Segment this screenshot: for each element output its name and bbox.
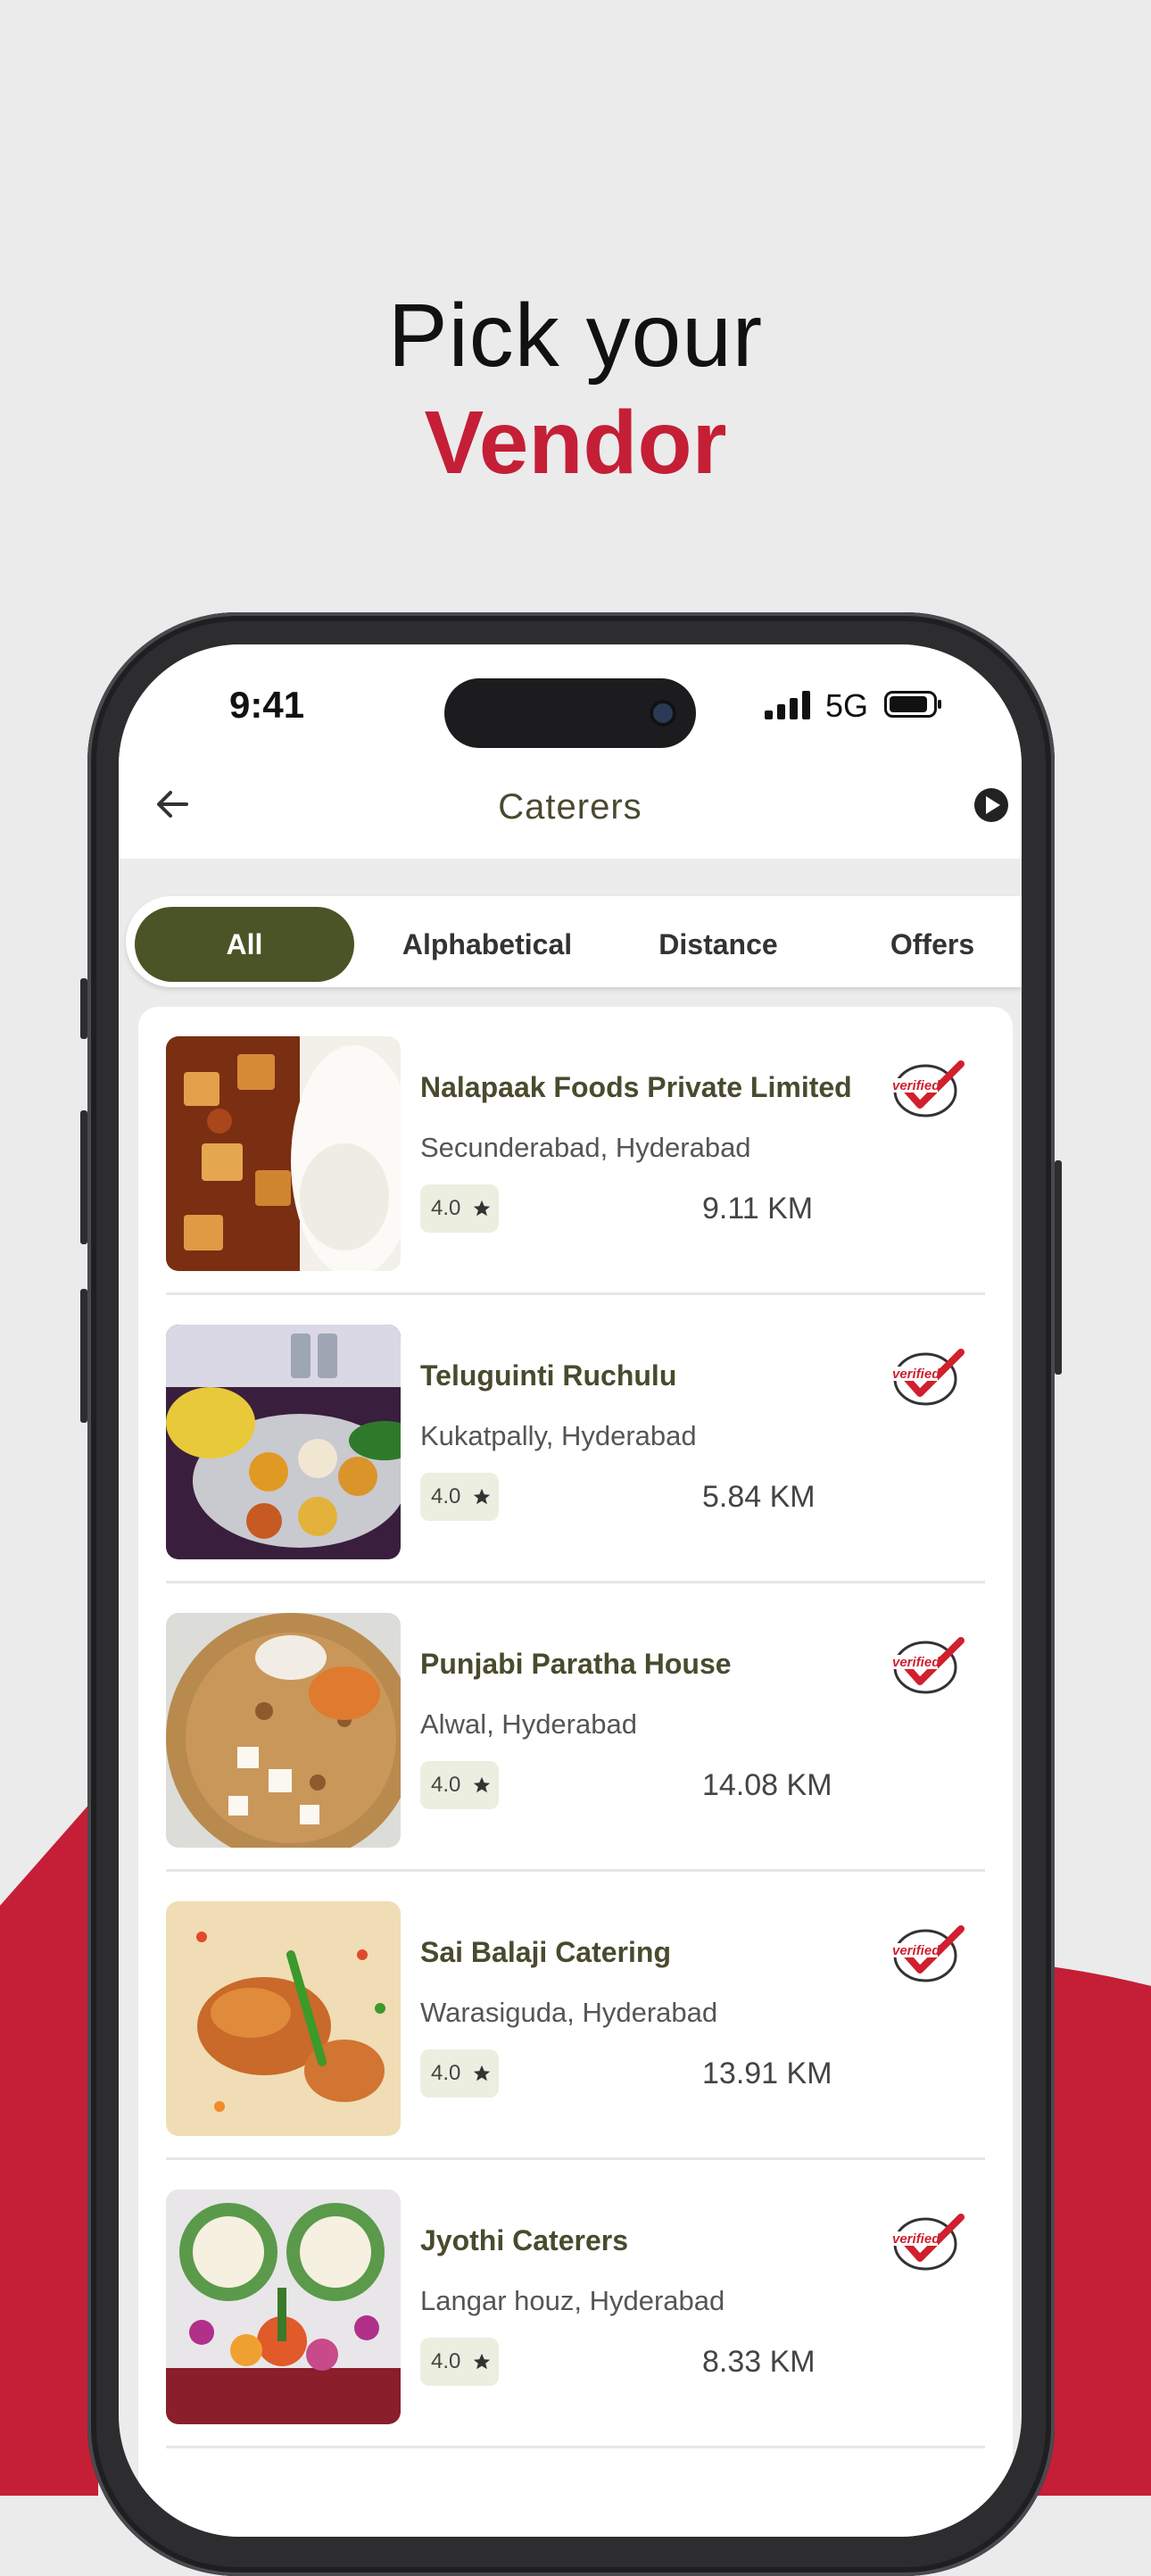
vendor-name: Jyothi Caterers	[420, 2224, 628, 2256]
vendor-location: Alwal, Hyderabad	[420, 1708, 637, 1740]
filter-tabs: All Alphabetical Distance Offers	[126, 896, 1022, 987]
vendor-name: Punjabi Paratha House	[420, 1648, 732, 1680]
status-time: 9:41	[229, 684, 305, 726]
verified-icon: verified	[891, 1060, 965, 1118]
tab-all[interactable]: All	[135, 907, 354, 982]
vendor-card[interactable]: Sai Balaji Catering Warasiguda, Hyderaba…	[138, 1872, 1013, 2160]
svg-text:verified: verified	[892, 2231, 940, 2247]
vendor-card[interactable]: Nalapaak Foods Private Limited Secundera…	[138, 1007, 1013, 1295]
dynamic-island	[444, 678, 696, 748]
vendor-image	[166, 1036, 401, 1271]
rating-value: 4.0	[431, 2061, 461, 2085]
vendor-distance: 8.33 KM	[702, 2345, 816, 2379]
rating-value: 4.0	[431, 1196, 461, 1220]
rating-value: 4.0	[431, 2349, 461, 2373]
signal-icon	[765, 691, 810, 719]
phone-side-button	[80, 1110, 87, 1244]
camera-icon	[650, 700, 676, 727]
star-icon	[473, 1488, 491, 1505]
tab-distance[interactable]: Distance	[620, 907, 816, 982]
vendor-location: Warasiguda, Hyderabad	[420, 1997, 718, 2028]
svg-text:verified: verified	[892, 1943, 940, 1958]
rating-value: 4.0	[431, 1484, 461, 1508]
tab-alphabetical[interactable]: Alphabetical	[381, 907, 593, 982]
svg-text:verified: verified	[892, 1655, 940, 1670]
promo-headline: Pick your Vendor	[0, 284, 1151, 494]
vendor-name: Nalapaak Foods Private Limited	[420, 1071, 852, 1103]
star-icon	[473, 2065, 491, 2082]
vendor-list: Nalapaak Foods Private Limited Secundera…	[138, 1007, 1013, 2537]
phone-side-button	[1055, 1160, 1062, 1375]
vendor-name: Teluguinti Ruchulu	[420, 1359, 677, 1392]
rating-badge: 4.0	[420, 1473, 499, 1521]
vendor-image	[166, 2190, 401, 2424]
star-icon	[473, 2353, 491, 2370]
battery-icon	[884, 691, 941, 718]
vendor-location: Secunderabad, Hyderabad	[420, 1132, 751, 1163]
verified-icon: verified	[891, 1925, 965, 1982]
vendor-distance: 9.11 KM	[702, 1192, 814, 1226]
vendor-card[interactable]: Jyothi Caterers Langar houz, Hyderabad 4…	[138, 2160, 1013, 2448]
play-circle-icon[interactable]	[972, 785, 1011, 825]
rating-value: 4.0	[431, 1773, 461, 1797]
rating-badge: 4.0	[420, 1761, 499, 1809]
verified-icon: verified	[891, 1637, 965, 1694]
vendor-image	[166, 1613, 401, 1848]
svg-text:verified: verified	[892, 1078, 940, 1093]
tab-offers[interactable]: Offers	[843, 907, 1022, 982]
verified-icon: verified	[891, 1349, 965, 1406]
svg-text:verified: verified	[892, 1367, 940, 1382]
star-icon	[473, 1200, 491, 1217]
vendor-distance: 5.84 KM	[702, 1480, 816, 1514]
rating-badge: 4.0	[420, 2049, 499, 2098]
status-bar: 9:41 5G	[119, 644, 1022, 752]
vendor-location: Kukatpally, Hyderabad	[420, 1420, 697, 1451]
vendor-card[interactable]: Teluguinti Ruchulu Kukatpally, Hyderabad…	[138, 1295, 1013, 1583]
rating-badge: 4.0	[420, 2338, 499, 2386]
headline-line2: Vendor	[424, 393, 727, 493]
vendor-image	[166, 1901, 401, 2136]
phone-side-button	[80, 1289, 87, 1423]
vendor-name: Sai Balaji Catering	[420, 1936, 671, 1968]
network-type: 5G	[825, 687, 869, 724]
vendor-distance: 13.91 KM	[702, 2057, 832, 2090]
vendor-location: Langar houz, Hyderabad	[420, 2285, 725, 2316]
star-icon	[473, 1776, 491, 1793]
vendor-card[interactable]: Punjabi Paratha House Alwal, Hyderabad 4…	[138, 1583, 1013, 1872]
verified-icon: verified	[891, 2214, 965, 2271]
phone-side-button	[80, 978, 87, 1039]
page-title: Caterers	[498, 787, 642, 827]
phone-screen: 9:41 5G Caterers All Alphabetical Distan…	[119, 644, 1022, 2537]
vendor-distance: 14.08 KM	[702, 1768, 832, 1802]
rating-badge: 4.0	[420, 1184, 499, 1233]
vendor-image	[166, 1325, 401, 1559]
app-bar: Caterers	[119, 752, 1022, 859]
headline-line1: Pick your	[387, 286, 764, 386]
divider	[166, 2446, 985, 2448]
